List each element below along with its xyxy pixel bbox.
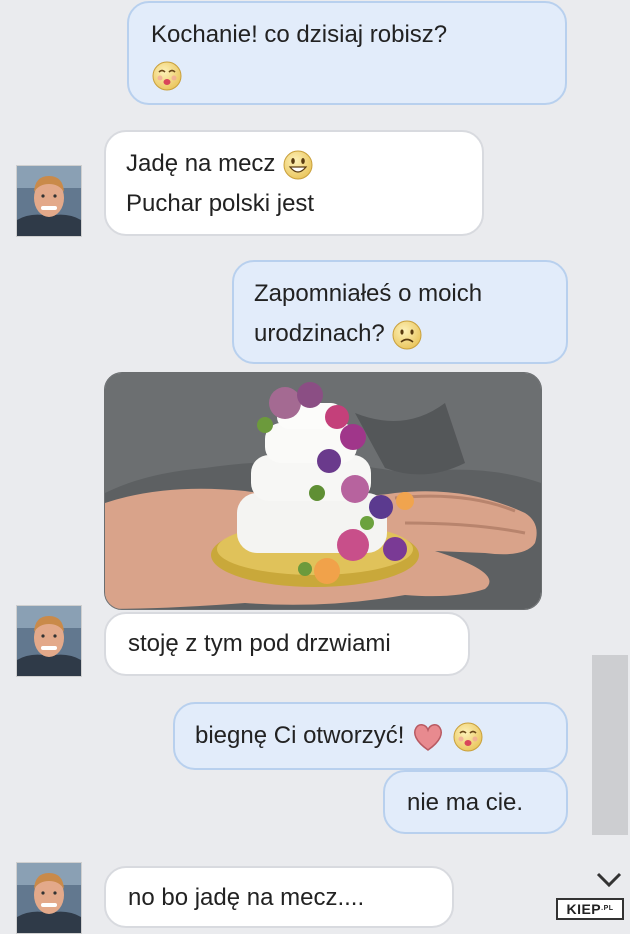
avatar-photo — [17, 606, 81, 676]
contact-avatar[interactable] — [16, 165, 82, 237]
photo-message[interactable] — [104, 372, 542, 610]
incoming-message-3: no bo jadę na mecz.... — [104, 866, 454, 928]
watermark-logo: KIEP.PL — [556, 898, 624, 920]
sad-emoji-icon — [392, 320, 422, 350]
outgoing-message-1: Kochanie! co dzisiaj robisz? — [127, 1, 567, 105]
message-text: Kochanie! co dzisiaj robisz? — [151, 21, 448, 48]
avatar-photo — [17, 863, 81, 933]
message-text: stoję z tym pod drzwiami — [128, 630, 391, 657]
chevron-down-icon[interactable] — [594, 868, 624, 892]
message-text: Zapomniałeś o moich — [254, 280, 483, 307]
incoming-message-1: Jadę na mecz Puchar polski jest — [104, 130, 484, 236]
incoming-message-2: stoję z tym pod drzwiami — [104, 612, 470, 676]
wink-kiss-emoji-icon — [453, 722, 483, 752]
watermark-suffix: .PL — [601, 905, 614, 912]
heart-icon — [414, 723, 443, 751]
avatar-photo — [17, 166, 81, 236]
outgoing-message-3: biegnę Ci otworzyć! — [173, 702, 568, 770]
cake-photo — [105, 373, 541, 609]
outgoing-message-4: nie ma cie. — [383, 770, 568, 834]
wink-kiss-emoji-icon — [152, 61, 182, 91]
contact-avatar[interactable] — [16, 862, 82, 934]
smile-emoji-icon — [283, 150, 313, 180]
message-text: nie ma cie. — [407, 789, 524, 816]
message-text: Jadę na mecz — [126, 150, 276, 177]
contact-avatar[interactable] — [16, 605, 82, 677]
outgoing-message-2: Zapomniałeś o moich urodzinach? — [232, 260, 568, 364]
message-text: urodzinach? — [254, 320, 385, 347]
message-text: no bo jadę na mecz.... — [128, 884, 365, 911]
scrollbar-thumb[interactable] — [592, 655, 628, 835]
watermark-brand: KIEP — [566, 901, 602, 917]
message-text: Puchar polski jest — [126, 190, 315, 217]
message-text: biegnę Ci otworzyć! — [195, 722, 405, 749]
